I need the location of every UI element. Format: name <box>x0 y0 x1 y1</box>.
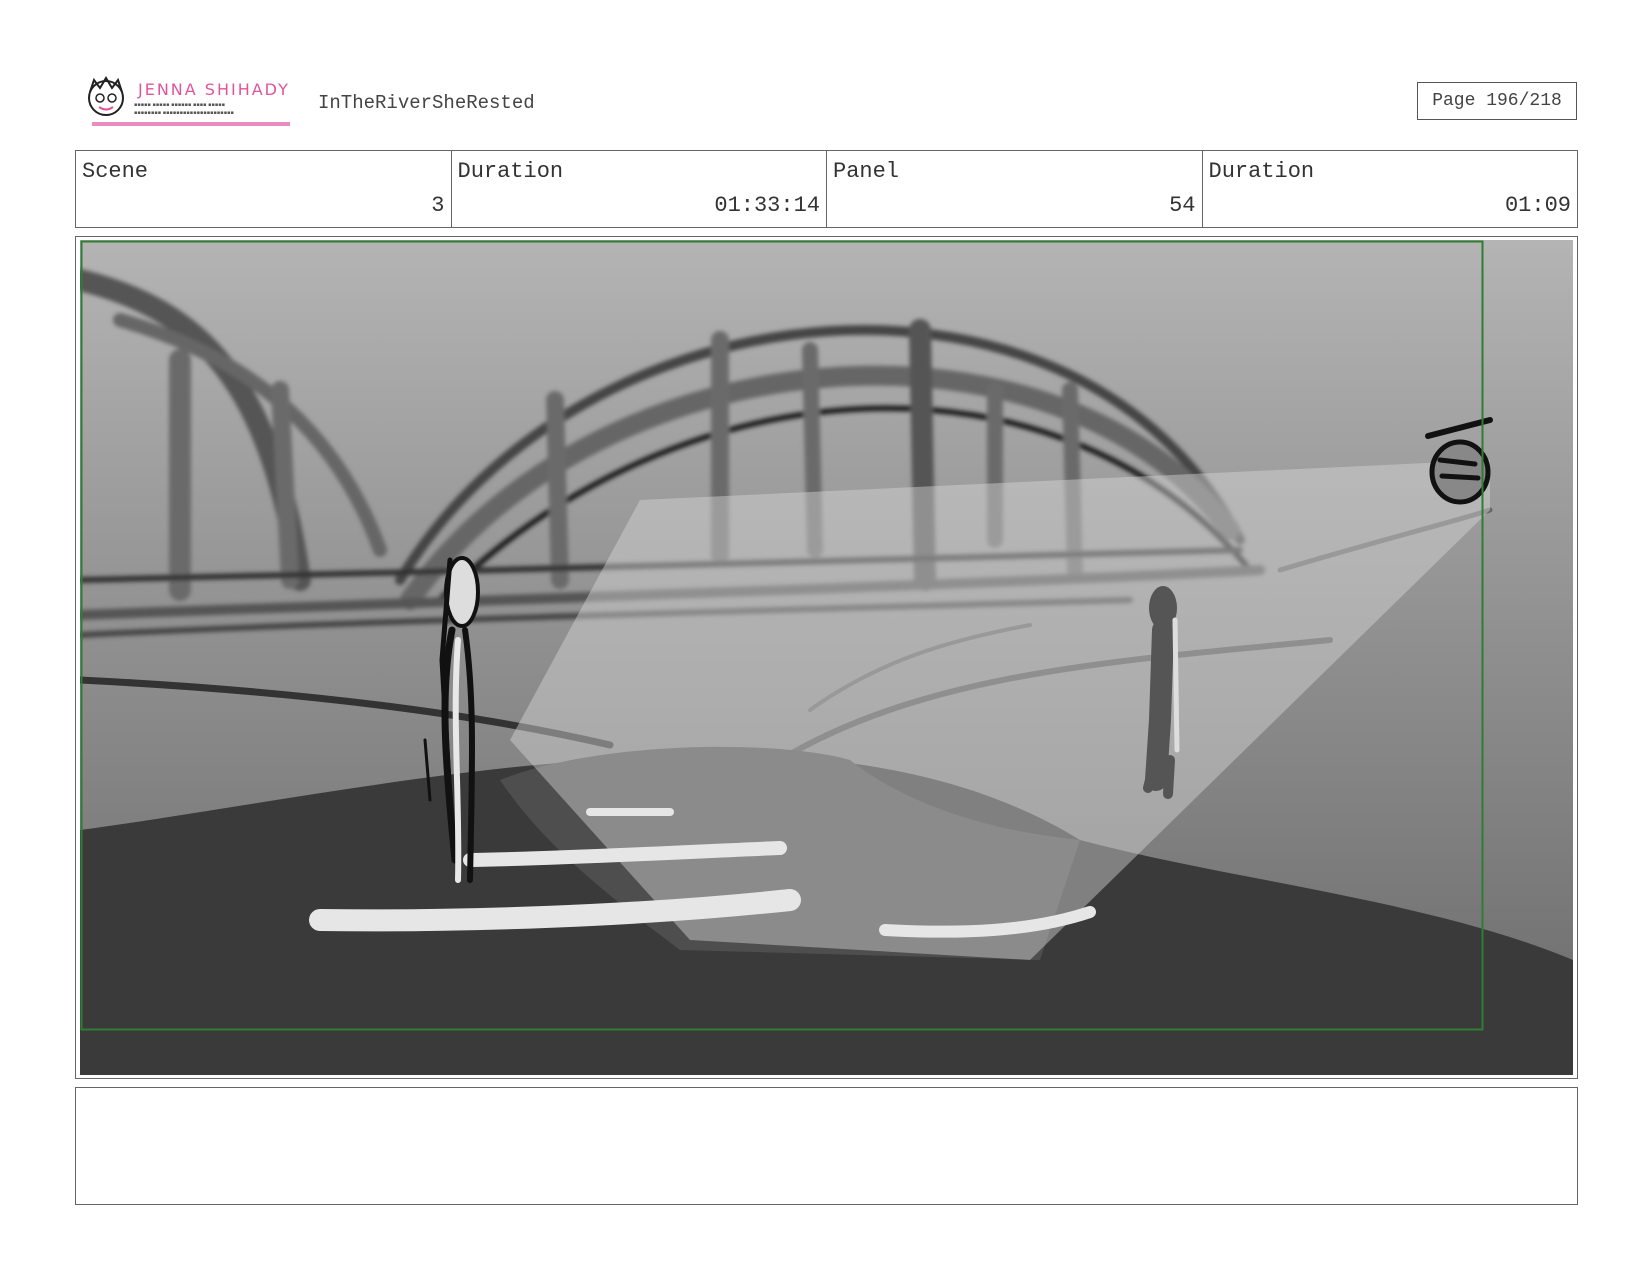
brand-logo: JENNA SHIHADY ▪▪▪▪▪ ▪▪▪▪▪ ▪▪▪▪▪▪ ▪▪▪▪ ▪▪… <box>84 74 290 126</box>
logo-tagline: ▪▪▪▪▪ ▪▪▪▪▪ ▪▪▪▪▪▪ ▪▪▪▪ ▪▪▪▪▪ <box>134 102 226 108</box>
project-title: InTheRiverSheRested <box>318 92 535 114</box>
panel-duration-value: 01:09 <box>1504 193 1571 218</box>
scene-value: 3 <box>431 193 445 218</box>
logo-contact: ▪▪▪▪▪▪▪▪ ▪▪▪▪▪▪▪▪▪▪▪▪▪▪▪▪▪▪▪▪▪ <box>134 110 234 116</box>
scene-duration-cell: Duration 01:33:14 <box>452 151 827 227</box>
panel-value: 54 <box>1169 193 1196 218</box>
logo-underline <box>92 122 290 126</box>
scene-cell: Scene 3 <box>76 151 452 227</box>
logo-name: JENNA SHIHADY <box>138 80 290 99</box>
panel-cell: Panel 54 <box>827 151 1203 227</box>
panel-duration-cell: Duration 01:09 <box>1203 151 1578 227</box>
shot-info-table: Scene 3 Duration 01:33:14 Panel 54 Durat… <box>75 150 1578 228</box>
storyboard-panel-image <box>80 240 1573 1075</box>
scene-duration-value: 01:33:14 <box>714 193 820 218</box>
page-indicator: Page 196/218 <box>1417 82 1577 120</box>
scene-label: Scene <box>82 159 149 184</box>
panel-label: Panel <box>833 159 900 184</box>
panel-notes-box <box>75 1087 1578 1205</box>
scene-duration-label: Duration <box>457 159 564 184</box>
face-logo-icon <box>88 76 124 116</box>
panel-duration-label: Duration <box>1208 159 1315 184</box>
